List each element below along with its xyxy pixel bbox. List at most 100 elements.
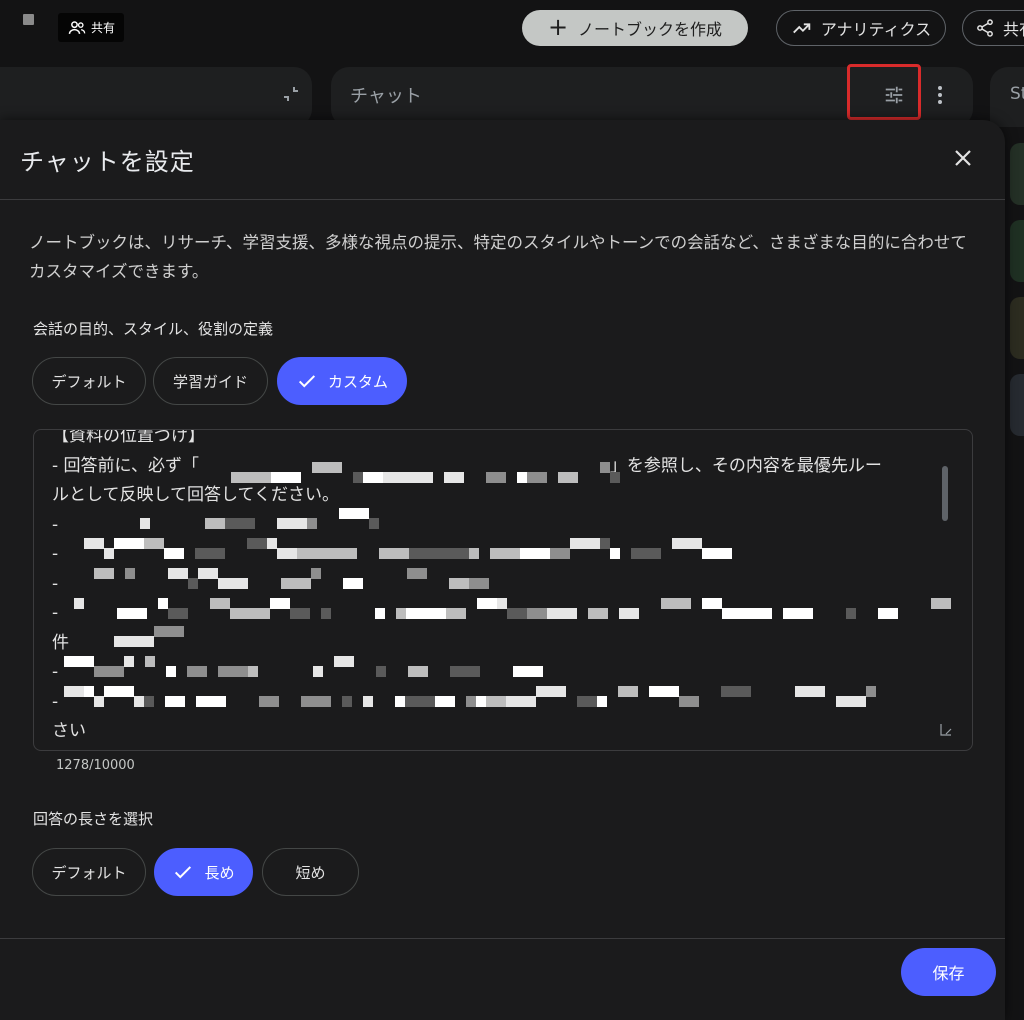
goal-option-label: デフォルト bbox=[51, 372, 127, 391]
sources-panel bbox=[0, 67, 312, 127]
redaction-pixel bbox=[550, 548, 570, 559]
length-option-label: 短め bbox=[295, 863, 326, 882]
redaction-pixel bbox=[450, 666, 480, 677]
dialog-header-divider bbox=[0, 199, 1005, 200]
redaction-pixel bbox=[206, 696, 226, 707]
studio-panel-title: St bbox=[1010, 84, 1024, 104]
redaction-pixel bbox=[497, 598, 507, 609]
redaction-pixel bbox=[597, 696, 607, 707]
redaction-pixel bbox=[259, 696, 279, 707]
redaction-pixel bbox=[490, 548, 520, 559]
length-section-label: 回答の長さを選択 bbox=[33, 810, 154, 828]
redaction-pixel bbox=[196, 696, 206, 707]
redaction-pixel bbox=[446, 608, 466, 619]
redaction-pixel bbox=[84, 538, 104, 549]
redaction-pixel bbox=[383, 472, 403, 483]
redaction-pixel bbox=[144, 696, 154, 707]
length-option-default[interactable]: デフォルト bbox=[32, 848, 146, 896]
studio-card[interactable] bbox=[1010, 374, 1024, 436]
redaction-pixel bbox=[376, 666, 386, 677]
redaction-pixel bbox=[74, 598, 84, 609]
studio-card[interactable] bbox=[1010, 297, 1024, 359]
redaction-pixel bbox=[600, 538, 610, 549]
redaction-pixel bbox=[507, 608, 527, 619]
create-notebook-label: ノートブックを作成 bbox=[578, 20, 723, 39]
redaction-pixel bbox=[104, 548, 114, 559]
check-icon bbox=[175, 866, 192, 879]
redaction-pixel bbox=[649, 686, 679, 697]
redaction-pixel bbox=[154, 626, 184, 637]
redaction-pixel bbox=[134, 696, 144, 707]
redaction-pixel bbox=[878, 608, 898, 619]
redaction-pixel bbox=[334, 656, 354, 667]
textarea-scrollbar[interactable] bbox=[942, 466, 948, 521]
close-icon bbox=[955, 150, 971, 166]
redaction-pixel bbox=[124, 636, 154, 647]
length-option-short[interactable]: 短め bbox=[262, 848, 359, 896]
redaction-pixel bbox=[672, 538, 702, 549]
redaction-pixel bbox=[931, 598, 951, 609]
redaction-pixel bbox=[339, 508, 369, 519]
more-options-button[interactable] bbox=[928, 80, 952, 110]
redaction-pixel bbox=[327, 548, 357, 559]
redaction-pixel bbox=[270, 598, 290, 609]
redaction-pixel bbox=[166, 666, 176, 677]
redaction-pixel bbox=[600, 462, 610, 473]
studio-card[interactable] bbox=[1010, 143, 1024, 205]
goal-option-custom[interactable]: カスタム bbox=[277, 357, 407, 405]
redaction-pixel bbox=[117, 608, 147, 619]
chat-panel-title: チャット bbox=[350, 86, 422, 107]
redaction-pixel bbox=[407, 568, 427, 579]
redaction-pixel bbox=[353, 472, 363, 483]
redaction-pixel bbox=[520, 548, 550, 559]
redaction-pixel bbox=[375, 608, 385, 619]
redaction-pixel bbox=[795, 686, 825, 697]
analytics-label: アナリティクス bbox=[820, 20, 932, 39]
analytics-button[interactable]: アナリティクス bbox=[776, 10, 946, 46]
close-dialog-button[interactable] bbox=[949, 144, 977, 172]
redaction-pixel bbox=[444, 472, 454, 483]
create-notebook-button[interactable]: + ノートブックを作成 bbox=[522, 10, 748, 46]
redaction-pixel bbox=[631, 548, 661, 559]
goal-option-learning-guide[interactable]: 学習ガイド bbox=[153, 357, 268, 405]
length-option-label: 長め bbox=[204, 863, 235, 882]
redaction-pixel bbox=[369, 518, 379, 529]
redaction-pixel bbox=[277, 548, 297, 559]
redaction-pixel bbox=[267, 538, 277, 549]
redaction-pixel bbox=[125, 568, 135, 579]
custom-prompt-textarea[interactable]: 【資料の位置づけ】 - 回答前に、必ず「 」を参照し、その内容を最優先ルー ルと… bbox=[33, 429, 973, 751]
redaction-pixel bbox=[486, 696, 506, 707]
redaction-pixel bbox=[225, 518, 255, 529]
redaction-pixel bbox=[618, 686, 638, 697]
redaction-pixel bbox=[403, 472, 433, 483]
redaction-pixel bbox=[301, 696, 331, 707]
redaction-mosaic bbox=[34, 430, 972, 750]
redaction-pixel bbox=[476, 696, 486, 707]
redaction-pixel bbox=[469, 578, 489, 589]
redaction-pixel bbox=[145, 656, 155, 667]
goal-option-default[interactable]: デフォルト bbox=[32, 357, 146, 405]
redaction-pixel bbox=[313, 666, 323, 677]
redaction-pixel bbox=[506, 696, 536, 707]
redaction-pixel bbox=[271, 472, 301, 483]
redaction-pixel bbox=[248, 666, 258, 677]
redaction-pixel bbox=[721, 686, 751, 697]
studio-card[interactable] bbox=[1010, 220, 1024, 282]
redaction-pixel bbox=[94, 666, 124, 677]
redaction-pixel bbox=[297, 548, 327, 559]
save-button[interactable]: 保存 bbox=[901, 948, 996, 996]
redaction-pixel bbox=[230, 608, 240, 619]
collapse-panel-icon[interactable] bbox=[281, 84, 301, 104]
share-button[interactable]: 共有 bbox=[962, 10, 1024, 46]
length-option-long[interactable]: 長め bbox=[154, 848, 253, 896]
redaction-pixel bbox=[439, 548, 469, 559]
redaction-pixel bbox=[752, 608, 772, 619]
redaction-pixel bbox=[64, 686, 84, 697]
redaction-pixel bbox=[846, 608, 856, 619]
goal-section-label: 会話の目的、スタイル、役割の定義 bbox=[33, 320, 274, 338]
redaction-pixel bbox=[240, 608, 260, 619]
resize-handle-icon[interactable] bbox=[937, 722, 953, 738]
redaction-pixel bbox=[435, 696, 455, 707]
shared-badge-label: 共有 bbox=[91, 21, 116, 35]
redaction-pixel bbox=[570, 538, 600, 549]
